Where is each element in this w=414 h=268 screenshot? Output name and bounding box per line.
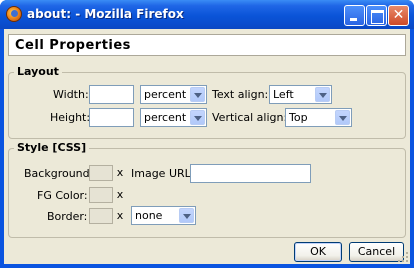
background-label: Background: bbox=[24, 167, 94, 180]
width-unit-value: percent bbox=[144, 88, 187, 101]
cancel-button[interactable]: Cancel bbox=[349, 242, 404, 262]
border-color-swatch[interactable] bbox=[89, 208, 113, 224]
vertical-align-label: Vertical align: bbox=[212, 111, 288, 124]
height-unit-select[interactable]: percent bbox=[140, 108, 207, 127]
border-style-value: none bbox=[135, 209, 163, 222]
dialog-header: Cell Properties bbox=[8, 34, 406, 56]
text-align-value: Left bbox=[273, 88, 294, 101]
resize-grip[interactable] bbox=[398, 252, 408, 262]
vertical-align-select[interactable]: Top bbox=[285, 108, 352, 127]
height-label: Height: bbox=[50, 111, 91, 124]
chevron-down-icon bbox=[190, 110, 205, 125]
ok-button[interactable]: OK bbox=[294, 242, 342, 262]
firefox-icon bbox=[6, 6, 22, 22]
text-align-label: Text align: bbox=[212, 88, 269, 101]
style-legend: Style [CSS] bbox=[14, 141, 90, 154]
border-label: Border: bbox=[47, 210, 88, 223]
chevron-down-icon bbox=[335, 110, 350, 125]
height-input[interactable] bbox=[89, 108, 134, 127]
fg-color-swatch[interactable] bbox=[89, 187, 113, 203]
chevron-down-icon bbox=[179, 208, 194, 223]
layout-legend: Layout bbox=[14, 65, 62, 78]
width-unit-select[interactable]: percent bbox=[140, 85, 207, 104]
chevron-down-icon bbox=[190, 87, 205, 102]
fg-color-label: FG Color: bbox=[37, 189, 88, 202]
dialog-body: Cell Properties Layout Width: percent Te… bbox=[4, 29, 410, 264]
width-input[interactable] bbox=[89, 85, 134, 104]
close-icon: ✕ bbox=[392, 7, 405, 23]
height-unit-value: percent bbox=[144, 111, 187, 124]
chevron-down-icon bbox=[315, 87, 330, 102]
image-url-input[interactable] bbox=[190, 164, 311, 183]
firefox-dialog-window: about: - Mozilla Firefox ✕ Cell Properti… bbox=[0, 0, 414, 268]
border-style-select[interactable]: none bbox=[131, 206, 196, 225]
close-button[interactable]: ✕ bbox=[388, 5, 409, 26]
title-bar[interactable]: about: - Mozilla Firefox ✕ bbox=[0, 0, 414, 29]
image-url-label: Image URL: bbox=[131, 167, 195, 180]
minimize-button[interactable] bbox=[344, 5, 365, 26]
fg-color-clear-button[interactable]: x bbox=[114, 187, 126, 203]
style-group: Style [CSS] Background: x Image URL: FG … bbox=[8, 141, 406, 238]
border-clear-button[interactable]: x bbox=[114, 208, 126, 224]
width-label: Width: bbox=[53, 88, 89, 101]
maximize-button[interactable] bbox=[366, 5, 387, 26]
window-title: about: - Mozilla Firefox bbox=[27, 7, 184, 21]
text-align-select[interactable]: Left bbox=[269, 85, 332, 104]
vertical-align-value: Top bbox=[289, 111, 308, 124]
background-color-swatch[interactable] bbox=[89, 165, 113, 181]
background-clear-button[interactable]: x bbox=[114, 165, 126, 181]
layout-group: Layout Width: percent Text align: Left H… bbox=[8, 65, 406, 139]
dialog-heading: Cell Properties bbox=[15, 38, 131, 53]
